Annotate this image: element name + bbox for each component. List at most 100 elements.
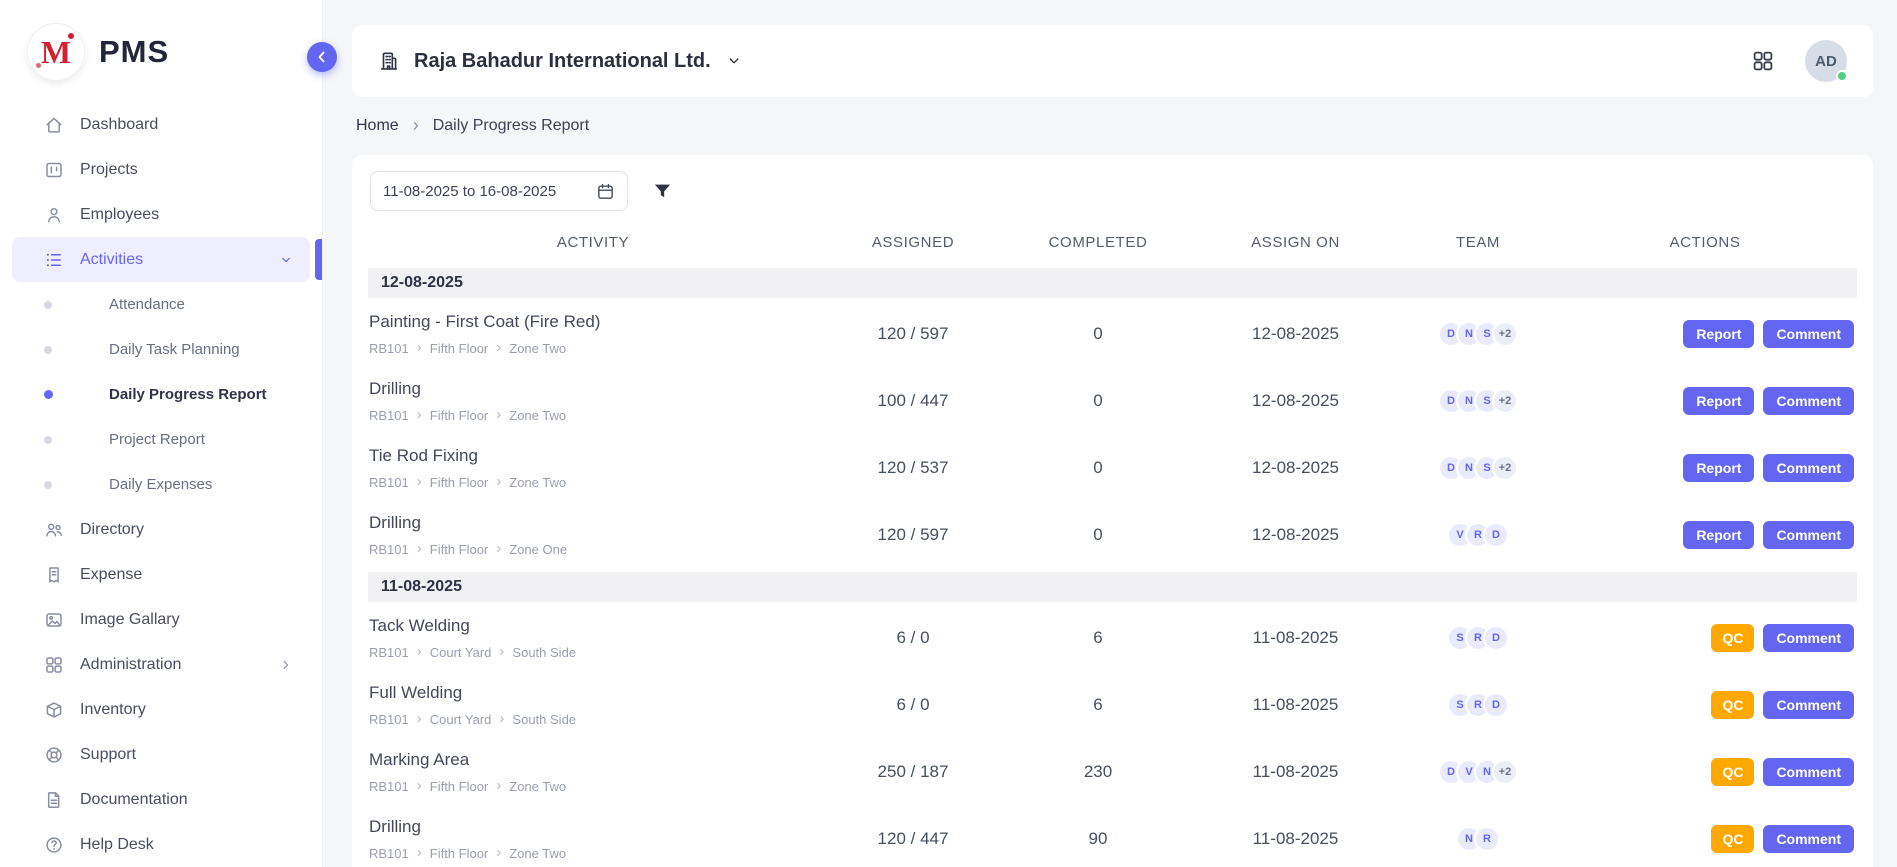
team-member-avatar[interactable]: R: [1474, 826, 1500, 852]
main-area: Raja Bahadur International Ltd. AD Home …: [323, 0, 1897, 867]
sidebar-item-projects[interactable]: Projects: [12, 147, 310, 192]
team-member-avatar[interactable]: D: [1483, 522, 1509, 548]
comment-button[interactable]: Comment: [1763, 691, 1854, 720]
sidebar-subitem-daily-task-planning[interactable]: Daily Task Planning: [0, 327, 322, 372]
comment-button[interactable]: Comment: [1763, 825, 1854, 854]
path-segment: RB101: [369, 542, 409, 557]
chevron-left-icon: [313, 48, 331, 66]
sidebar-item-employees[interactable]: Employees: [12, 192, 310, 237]
sidebar-item-expense[interactable]: Expense: [12, 552, 310, 597]
activity-cell: Tie Rod Fixing RB101›Fifth Floor›Zone Tw…: [368, 446, 818, 490]
row-actions: Report Comment: [1553, 387, 1857, 416]
sidebar-item-directory[interactable]: Directory: [12, 507, 310, 552]
report-button[interactable]: Report: [1683, 521, 1754, 550]
team-extra-count[interactable]: +2: [1492, 455, 1518, 481]
chevron-right-icon: ›: [499, 644, 504, 659]
path-segment: RB101: [369, 341, 409, 356]
team-member-avatar[interactable]: D: [1483, 692, 1509, 718]
qc-button[interactable]: QC: [1711, 691, 1754, 720]
sidebar-item-label: Image Gallary: [80, 611, 180, 629]
assigned-value: 6 / 0: [818, 695, 1008, 715]
sidebar-item-help-desk[interactable]: Help Desk: [12, 822, 310, 867]
path-segment: Zone Two: [509, 779, 566, 794]
path-segment: RB101: [369, 645, 409, 660]
path-segment: Court Yard: [430, 645, 492, 660]
completed-value: 0: [1008, 525, 1188, 545]
sidebar-collapse-button[interactable]: [307, 42, 337, 72]
team-extra-count[interactable]: +2: [1492, 321, 1518, 347]
apps-grid-icon[interactable]: [1751, 49, 1775, 73]
path-segment: Fifth Floor: [430, 779, 489, 794]
sidebar-item-support[interactable]: Support: [12, 732, 310, 777]
expense-icon: [44, 565, 64, 585]
sidebar-subitem-daily-expenses[interactable]: Daily Expenses: [0, 462, 322, 507]
comment-button[interactable]: Comment: [1763, 320, 1854, 349]
sidebar-item-inventory[interactable]: Inventory: [12, 687, 310, 732]
assigned-value: 6 / 0: [818, 628, 1008, 648]
assigned-value: 120 / 597: [818, 324, 1008, 344]
qc-button[interactable]: QC: [1711, 624, 1754, 653]
activity-name: Painting - First Coat (Fire Red): [369, 312, 818, 332]
path-segment: South Side: [512, 712, 576, 727]
completed-value: 0: [1008, 458, 1188, 478]
user-avatar[interactable]: AD: [1805, 40, 1847, 82]
activity-cell: Drilling RB101›Fifth Floor›Zone Two: [368, 379, 818, 423]
content-card: ACTIVITYASSIGNEDCOMPLETEDASSIGN ONTEAMAC…: [352, 155, 1873, 867]
path-segment: RB101: [369, 475, 409, 490]
comment-button[interactable]: Comment: [1763, 758, 1854, 787]
app-logo: M PMS: [0, 0, 322, 102]
team-member-avatar[interactable]: D: [1483, 625, 1509, 651]
chevron-right-icon: ›: [496, 340, 501, 355]
column-header-completed: COMPLETED: [1008, 234, 1188, 251]
sidebar-item-label: Support: [80, 746, 136, 764]
sidebar-subitem-attendance[interactable]: Attendance: [0, 282, 322, 327]
subitem-label: Attendance: [109, 296, 185, 313]
avatar-initials: AD: [1815, 53, 1837, 70]
chevron-right-icon: ›: [417, 778, 422, 793]
date-range-picker[interactable]: [370, 171, 628, 211]
sidebar-subitem-daily-progress-report[interactable]: Daily Progress Report: [0, 372, 322, 417]
sidebar-item-dashboard[interactable]: Dashboard: [12, 102, 310, 147]
subitem-label: Daily Expenses: [109, 476, 212, 493]
breadcrumb-home[interactable]: Home: [356, 117, 399, 135]
employees-icon: [44, 205, 64, 225]
comment-button[interactable]: Comment: [1763, 387, 1854, 416]
activity-name: Drilling: [369, 379, 818, 399]
company-selector[interactable]: Raja Bahadur International Ltd.: [378, 50, 743, 73]
help-icon: [44, 835, 64, 855]
report-button[interactable]: Report: [1683, 387, 1754, 416]
path-segment: Fifth Floor: [430, 846, 489, 861]
inventory-icon: [44, 700, 64, 720]
completed-value: 230: [1008, 762, 1188, 782]
comment-button[interactable]: Comment: [1763, 624, 1854, 653]
logo-letter: M: [41, 36, 71, 68]
qc-button[interactable]: QC: [1711, 825, 1754, 854]
activity-cell: Drilling RB101›Fifth Floor›Zone One: [368, 513, 818, 557]
activity-name: Marking Area: [369, 750, 818, 770]
sidebar-nav: DashboardProjectsEmployeesActivitiesAtte…: [0, 102, 322, 867]
assigned-value: 100 / 447: [818, 391, 1008, 411]
sidebar-item-documentation[interactable]: Documentation: [12, 777, 310, 822]
sidebar-item-activities[interactable]: Activities: [12, 237, 310, 282]
date-group-header: 11-08-2025: [368, 572, 1857, 602]
team-extra-count[interactable]: +2: [1492, 759, 1518, 785]
activity-location-path: RB101›Fifth Floor›Zone Two: [369, 779, 818, 794]
sidebar-item-image-gallary[interactable]: Image Gallary: [12, 597, 310, 642]
sidebar-subitem-project-report[interactable]: Project Report: [0, 417, 322, 462]
team-extra-count[interactable]: +2: [1492, 388, 1518, 414]
comment-button[interactable]: Comment: [1763, 454, 1854, 483]
comment-button[interactable]: Comment: [1763, 521, 1854, 550]
date-range-input[interactable]: [383, 183, 588, 200]
path-segment: Court Yard: [430, 712, 492, 727]
report-button[interactable]: Report: [1683, 320, 1754, 349]
sidebar-item-administration[interactable]: Administration: [12, 642, 310, 687]
assigned-value: 120 / 447: [818, 829, 1008, 849]
bullet-icon: [44, 346, 52, 354]
path-segment: RB101: [369, 846, 409, 861]
activities-submenu: Attendance Daily Task PlanningDaily Progr…: [0, 282, 322, 507]
filter-icon[interactable]: [652, 181, 673, 202]
activity-location-path: RB101›Court Yard›South Side: [369, 712, 818, 727]
home-icon: [44, 115, 64, 135]
qc-button[interactable]: QC: [1711, 758, 1754, 787]
report-button[interactable]: Report: [1683, 454, 1754, 483]
